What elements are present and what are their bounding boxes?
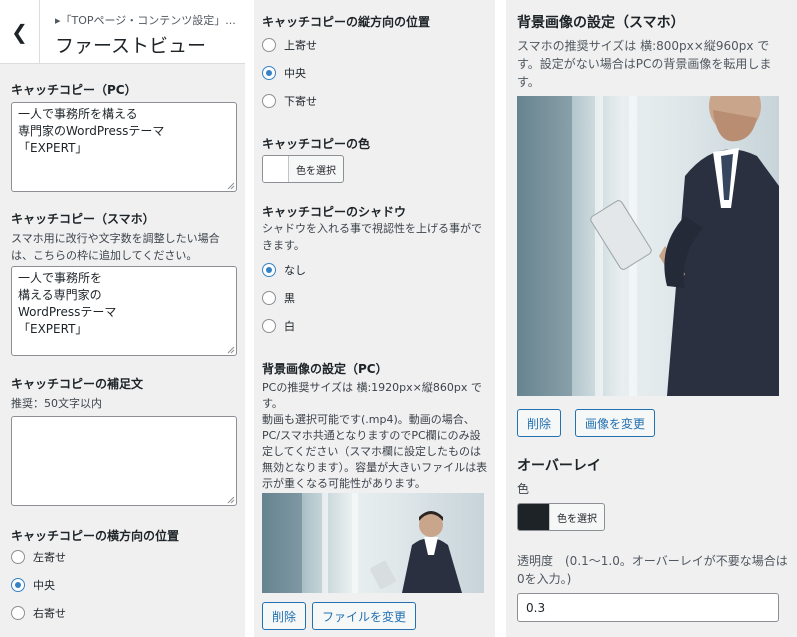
radio-label: 左寄せ bbox=[33, 551, 66, 564]
resize-grip-icon[interactable] bbox=[227, 346, 235, 354]
radio-label: 白 bbox=[284, 320, 295, 333]
radio-label: 中央 bbox=[284, 67, 306, 80]
supplement-textarea[interactable] bbox=[11, 416, 237, 506]
supplement-description: 推奨：50文字以内 bbox=[11, 397, 102, 410]
v-position-option-3[interactable]: 下寄せ bbox=[262, 93, 317, 109]
shadow-option-2[interactable]: 黒 bbox=[262, 290, 295, 306]
bg-sp-change-button[interactable]: 画像を変更 bbox=[575, 409, 656, 437]
chevron-left-icon: ❮ bbox=[11, 20, 28, 44]
radio-circle[interactable] bbox=[11, 550, 25, 564]
customizer-panel-first-view: ❮ ▸「TOPページ・コンテンツ設定」... ファーストビュー キャッチコピー（… bbox=[0, 0, 245, 637]
radio-circle[interactable] bbox=[262, 319, 276, 333]
resize-grip-icon[interactable] bbox=[227, 496, 235, 504]
catch-sp-description: スマホ用に改行や文字数を調整したい場合は、こちらの枠に追加してください。 bbox=[11, 232, 220, 262]
customizer-panel-right: 背景画像の設定（スマホ） スマホの推奨サイズは 横:800px×縦960px で… bbox=[506, 0, 797, 637]
resize-grip-icon[interactable] bbox=[227, 182, 235, 190]
bg-sp-label: 背景画像の設定（スマホ） bbox=[517, 15, 685, 31]
back-button[interactable]: ❮ bbox=[0, 0, 40, 64]
catch-sp-label: キャッチコピー（スマホ） bbox=[11, 212, 155, 226]
radio-label: なし bbox=[284, 264, 306, 277]
h-position-option-3[interactable]: 右寄せ bbox=[11, 605, 66, 621]
catch-pc-label: キャッチコピー（PC） bbox=[11, 83, 137, 97]
customizer-panel-middle: キャッチコピーの縦方向の位置 上寄せ中央下寄せ キャッチコピーの色 色を選択 キ… bbox=[254, 0, 495, 637]
section-title: ファーストビュー bbox=[55, 35, 207, 57]
catch-color-button[interactable]: 色を選択 bbox=[262, 155, 344, 183]
v-position-option-1[interactable]: 上寄せ bbox=[262, 37, 317, 53]
h-position-label: キャッチコピーの横方向の位置 bbox=[11, 529, 180, 543]
overlay-color-button[interactable]: 色を選択 bbox=[517, 503, 605, 531]
section-header: ❮ ▸「TOPページ・コンテンツ設定」... ファーストビュー bbox=[0, 0, 245, 64]
bg-pc-label: 背景画像の設定（PC） bbox=[262, 362, 388, 376]
breadcrumb: ▸「TOPページ・コンテンツ設定」... bbox=[55, 14, 236, 27]
overlay-color-label: 色 bbox=[517, 482, 530, 496]
bg-sp-delete-button[interactable]: 削除 bbox=[517, 409, 562, 437]
bg-pc-delete-button[interactable]: 削除 bbox=[262, 602, 307, 630]
catch-pc-textarea[interactable]: 一人で事務所を構える 専門家のWordPressテーマ 「EXPERT」 bbox=[11, 102, 237, 192]
shadow-description: シャドウを入れる事で視認性を上げる事ができます。 bbox=[262, 222, 482, 252]
color-button-label: 色を選択 bbox=[296, 165, 336, 177]
radio-circle[interactable] bbox=[262, 66, 276, 80]
color-swatch bbox=[518, 504, 550, 530]
bg-pc-description: PCの推奨サイズは 横:1920px×縦860px です。 動画も選択可能です(… bbox=[262, 381, 488, 490]
radio-label: 黒 bbox=[284, 292, 295, 305]
shadow-option-1[interactable]: なし bbox=[262, 262, 306, 278]
radio-label: 下寄せ bbox=[284, 95, 317, 108]
bg-pc-preview-image bbox=[262, 493, 484, 593]
supplement-label: キャッチコピーの補足文 bbox=[11, 377, 144, 391]
bg-sp-preview-image bbox=[517, 96, 779, 396]
overlay-label: オーバーレイ bbox=[517, 458, 601, 474]
bg-pc-change-button[interactable]: ファイルを変更 bbox=[312, 602, 417, 630]
radio-label: 右寄せ bbox=[33, 607, 66, 620]
bg-sp-description: スマホの推奨サイズは 横:800px×縦960px です。設定がない場合はPCの… bbox=[517, 39, 772, 89]
catch-sp-textarea[interactable]: 一人で事務所を 構える専門家の WordPressテーマ 「EXPERT」 bbox=[11, 266, 237, 356]
radio-label: 上寄せ bbox=[284, 39, 317, 52]
overlay-opacity-label: 透明度 (0.1～1.0。オーバーレイが不要な場合は0を入力。) bbox=[517, 554, 788, 586]
v-position-option-2[interactable]: 中央 bbox=[262, 65, 306, 81]
radio-circle[interactable] bbox=[11, 578, 25, 592]
h-position-option-2[interactable]: 中央 bbox=[11, 577, 55, 593]
radio-circle[interactable] bbox=[11, 606, 25, 620]
radio-circle[interactable] bbox=[262, 38, 276, 52]
shadow-option-3[interactable]: 白 bbox=[262, 318, 295, 334]
color-button-label: 色を選択 bbox=[557, 513, 597, 525]
color-swatch bbox=[263, 156, 289, 182]
radio-label: 中央 bbox=[33, 579, 55, 592]
shadow-label: キャッチコピーのシャドウ bbox=[262, 205, 407, 219]
radio-circle[interactable] bbox=[262, 263, 276, 277]
radio-circle[interactable] bbox=[262, 94, 276, 108]
v-position-label: キャッチコピーの縦方向の位置 bbox=[262, 15, 431, 29]
catch-color-label: キャッチコピーの色 bbox=[262, 137, 371, 151]
radio-circle[interactable] bbox=[262, 291, 276, 305]
overlay-opacity-input[interactable]: 0.3 bbox=[517, 593, 779, 622]
h-position-option-1[interactable]: 左寄せ bbox=[11, 549, 66, 565]
